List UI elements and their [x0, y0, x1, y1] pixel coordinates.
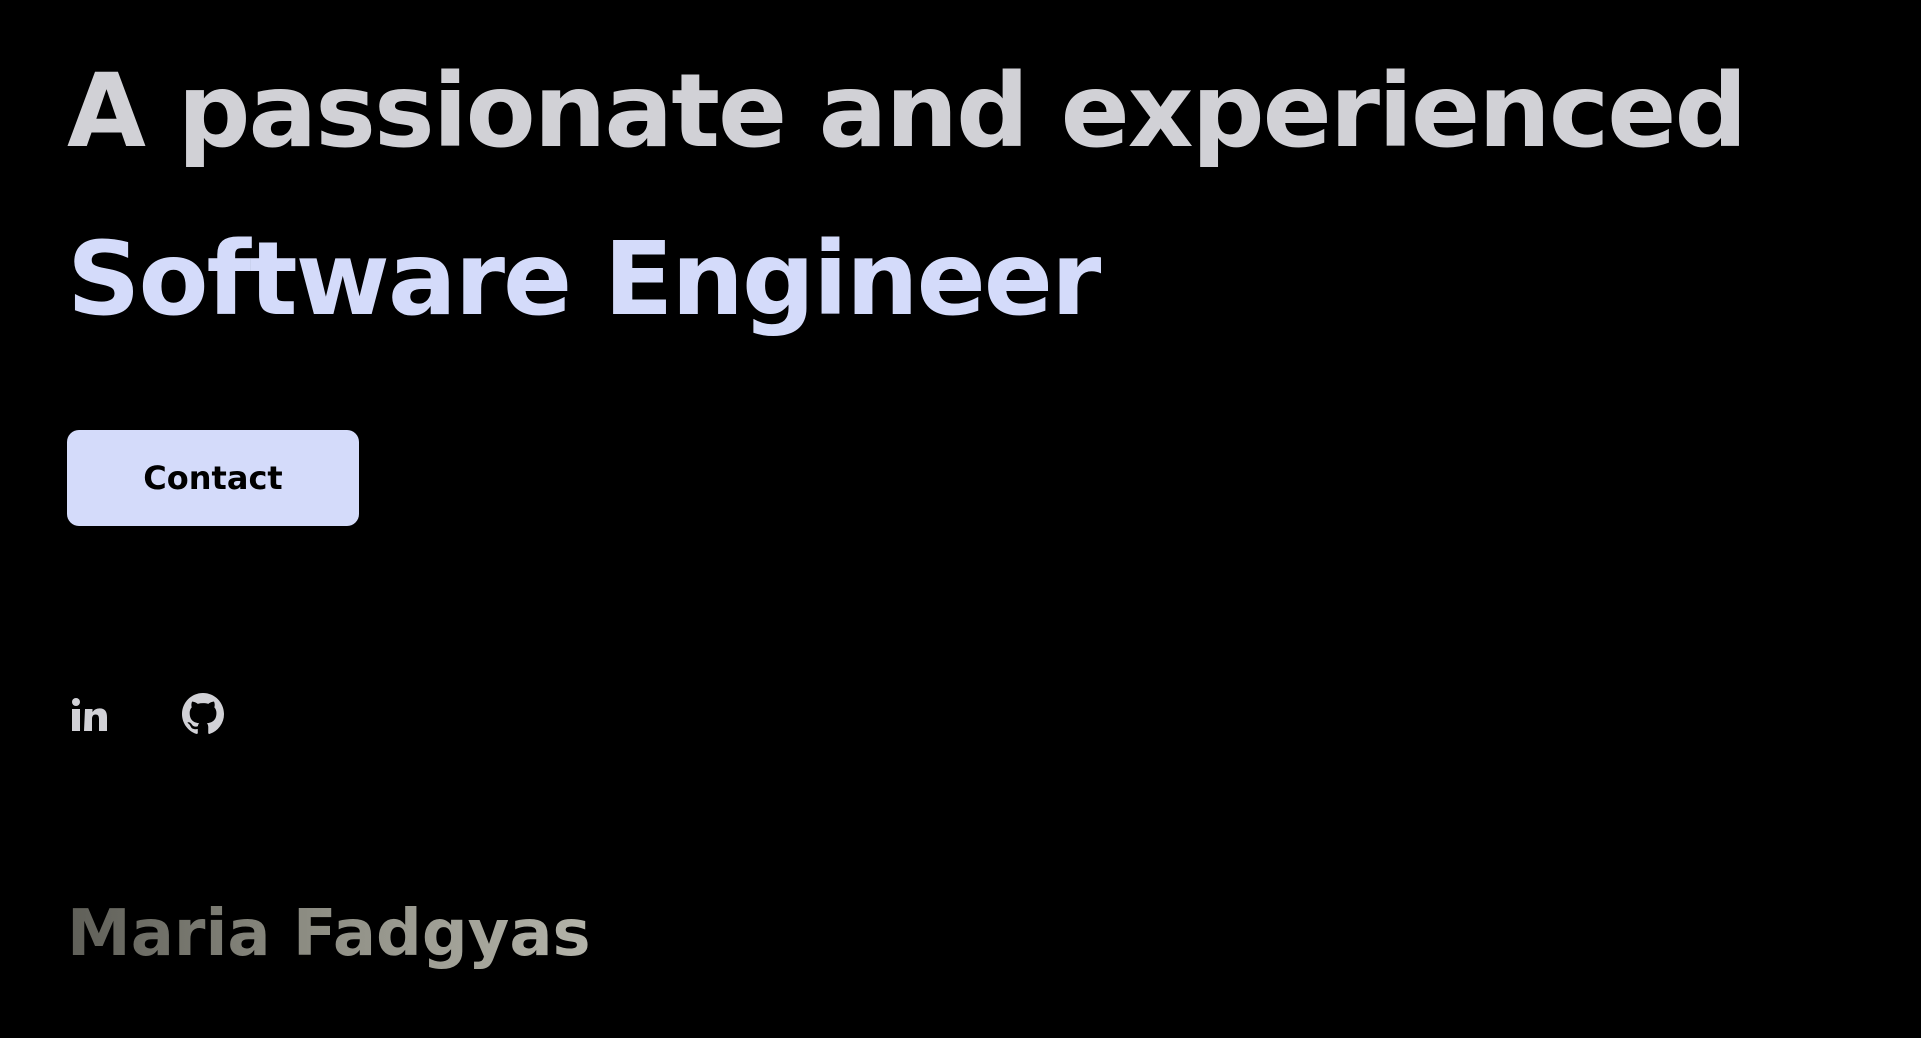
- author-signature: Maria Fadgyas: [67, 894, 591, 974]
- hero-section: A passionate and experienced Software En…: [67, 28, 1747, 364]
- linkedin-link[interactable]: [67, 692, 111, 736]
- hero-headline: A passionate and experienced Software En…: [67, 28, 1747, 364]
- github-link[interactable]: [181, 692, 225, 736]
- headline-line-1: A passionate and experienced: [67, 52, 1747, 171]
- social-links: [67, 692, 225, 736]
- linkedin-icon: [72, 698, 107, 731]
- headline-role: Software Engineer: [67, 220, 1101, 339]
- github-icon: [182, 693, 224, 734]
- contact-button[interactable]: Contact: [67, 430, 359, 526]
